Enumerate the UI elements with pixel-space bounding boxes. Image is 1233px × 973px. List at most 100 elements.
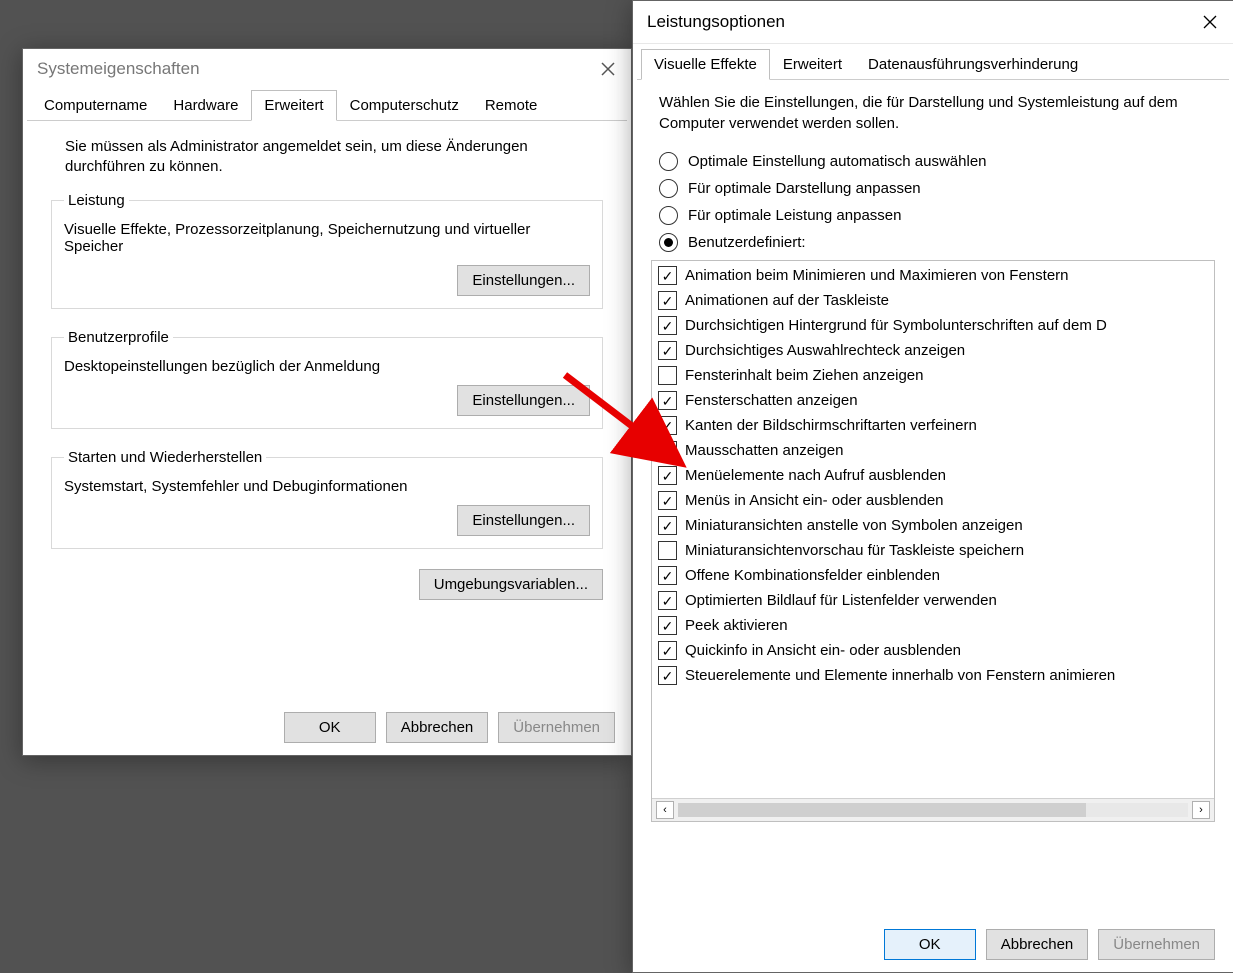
scroll-left-icon[interactable]: ‹	[656, 801, 674, 819]
section-legend: Starten und Wiederherstellen	[64, 449, 266, 466]
bottom-buttons: OK Abbrechen Übernehmen	[284, 712, 615, 743]
checkbox-item[interactable]: Animationen auf der Taskleiste	[652, 288, 1214, 313]
checkbox-icon[interactable]	[658, 291, 677, 310]
scroll-track[interactable]	[678, 803, 1188, 817]
section-leistung: LeistungVisuelle Effekte, Prozessorzeitp…	[51, 192, 603, 309]
checkbox-item[interactable]: Offene Kombinationsfelder einblenden	[652, 563, 1214, 588]
checkbox-icon[interactable]	[658, 441, 677, 460]
checkbox-icon[interactable]	[658, 391, 677, 410]
checkbox-item[interactable]: Optimierten Bildlauf für Listenfelder ve…	[652, 588, 1214, 613]
checkbox-item[interactable]: Durchsichtigen Hintergrund für Symbolunt…	[652, 313, 1214, 338]
checkbox-item[interactable]: Quickinfo in Ansicht ein- oder ausblende…	[652, 638, 1214, 663]
checkbox-icon[interactable]	[658, 591, 677, 610]
settings-button[interactable]: Einstellungen...	[457, 265, 590, 296]
ok-button[interactable]: OK	[884, 929, 976, 960]
radio-option[interactable]: Für optimale Darstellung anpassen	[659, 179, 1207, 198]
checkbox-icon[interactable]	[658, 516, 677, 535]
window-title: Systemeigenschaften	[37, 59, 200, 79]
radio-icon	[659, 233, 678, 252]
cancel-button[interactable]: Abbrechen	[386, 712, 489, 743]
checkbox-label: Quickinfo in Ansicht ein- oder ausblende…	[685, 642, 961, 659]
checkbox-label: Miniaturansichtenvorschau für Taskleiste…	[685, 542, 1024, 559]
checkbox-item[interactable]: Steuerelemente und Elemente innerhalb vo…	[652, 663, 1214, 688]
checkbox-item[interactable]: Animation beim Minimieren und Maximieren…	[652, 263, 1214, 288]
checkbox-label: Steuerelemente und Elemente innerhalb vo…	[685, 667, 1115, 684]
tab-body: Sie müssen als Administrator angemeldet …	[23, 121, 631, 624]
checkbox-icon[interactable]	[658, 266, 677, 285]
checkbox-item[interactable]: Fensterschatten anzeigen	[652, 388, 1214, 413]
checkbox-item[interactable]: Miniaturansichten anstelle von Symbolen …	[652, 513, 1214, 538]
checkbox-label: Optimierten Bildlauf für Listenfelder ve…	[685, 592, 997, 609]
tab-visuelle-effekte[interactable]: Visuelle Effekte	[641, 49, 770, 80]
checkbox-label: Menüs in Ansicht ein- oder ausblenden	[685, 492, 944, 509]
checkbox-label: Mausschatten anzeigen	[685, 442, 843, 459]
checkbox-label: Miniaturansichten anstelle von Symbolen …	[685, 517, 1023, 534]
scroll-right-icon[interactable]: ›	[1192, 801, 1210, 819]
checkbox-label: Durchsichtiges Auswahlrechteck anzeigen	[685, 342, 965, 359]
section-benutzerprofile: Benutzerprofile Desktopeinstellungen bezü…	[51, 329, 603, 429]
bottom-buttons: OK Abbrechen Übernehmen	[884, 929, 1215, 960]
titlebar: Leistungsoptionen	[633, 1, 1233, 44]
tab-datenausführungsverhinderung[interactable]: Datenausführungsverhinderung	[855, 49, 1091, 80]
checkbox-item[interactable]: Durchsichtiges Auswahlrechteck anzeigen	[652, 338, 1214, 363]
checkbox-item[interactable]: Mausschatten anzeigen	[652, 438, 1214, 463]
checkbox-item[interactable]: Menüs in Ansicht ein- oder ausblenden	[652, 488, 1214, 513]
checkbox-icon[interactable]	[658, 491, 677, 510]
radio-icon	[659, 152, 678, 171]
settings-button[interactable]: Einstellungen...	[457, 385, 590, 416]
radio-option[interactable]: Optimale Einstellung automatisch auswähl…	[659, 152, 1207, 171]
radio-option[interactable]: Für optimale Leistung anpassen	[659, 206, 1207, 225]
tab-computername[interactable]: Computername	[31, 90, 160, 121]
checkbox-icon[interactable]	[658, 541, 677, 560]
checkbox-item[interactable]: Kanten der Bildschirmschriftarten verfei…	[652, 413, 1214, 438]
env-vars-button[interactable]: Umgebungsvariablen...	[419, 569, 603, 600]
tabs: Visuelle EffekteErweitertDatenausführung…	[637, 48, 1229, 80]
tab-computerschutz[interactable]: Computerschutz	[337, 90, 472, 121]
scroll-thumb[interactable]	[678, 803, 1086, 817]
system-properties-window: Systemeigenschaften ComputernameHardware…	[22, 48, 632, 756]
radio-icon	[659, 179, 678, 198]
performance-options-window: Leistungsoptionen Visuelle EffekteErweit…	[632, 0, 1233, 973]
window-title: Leistungsoptionen	[647, 12, 785, 32]
checkbox-label: Fensterschatten anzeigen	[685, 392, 858, 409]
settings-button[interactable]: Einstellungen...	[457, 505, 590, 536]
checkbox-icon[interactable]	[658, 416, 677, 435]
checkbox-icon[interactable]	[658, 616, 677, 635]
checkbox-item[interactable]: Menüelemente nach Aufruf ausblenden	[652, 463, 1214, 488]
tabs: ComputernameHardwareErweitertComputersch…	[27, 89, 627, 121]
checkbox-item[interactable]: Fensterinhalt beim Ziehen anzeigen	[652, 363, 1214, 388]
tab-erweitert[interactable]: Erweitert	[770, 49, 855, 80]
checkbox-icon[interactable]	[658, 666, 677, 685]
checkbox-icon[interactable]	[658, 341, 677, 360]
checkbox-label: Animation beim Minimieren und Maximieren…	[685, 267, 1069, 284]
close-icon[interactable]	[1201, 13, 1219, 31]
tab-erweitert[interactable]: Erweitert	[251, 90, 336, 121]
section-desc: Systemstart, Systemfehler und Debuginfor…	[64, 478, 590, 495]
titlebar: Systemeigenschaften	[23, 49, 631, 89]
ok-button[interactable]: OK	[284, 712, 376, 743]
tab-hardware[interactable]: Hardware	[160, 90, 251, 121]
checkbox-icon[interactable]	[658, 366, 677, 385]
radio-option[interactable]: Benutzerdefiniert:	[659, 233, 1207, 252]
tab-remote[interactable]: Remote	[472, 90, 551, 121]
close-icon[interactable]	[599, 60, 617, 78]
checkbox-icon[interactable]	[658, 566, 677, 585]
checkbox-label: Peek aktivieren	[685, 617, 788, 634]
checkbox-label: Offene Kombinationsfelder einblenden	[685, 567, 940, 584]
admin-info: Sie müssen als Administrator angemeldet …	[65, 137, 589, 178]
cancel-button[interactable]: Abbrechen	[986, 929, 1089, 960]
checkbox-icon[interactable]	[658, 466, 677, 485]
checkbox-item[interactable]: Peek aktivieren	[652, 613, 1214, 638]
section-legend: Leistung	[64, 192, 129, 209]
checkbox-icon[interactable]	[658, 641, 677, 660]
apply-button[interactable]: Übernehmen	[1098, 929, 1215, 960]
apply-button[interactable]: Übernehmen	[498, 712, 615, 743]
horizontal-scrollbar[interactable]: ‹ ›	[652, 798, 1214, 821]
checkbox-icon[interactable]	[658, 316, 677, 335]
section-desc: Desktopeinstellungen bezüglich der Anmel…	[64, 358, 590, 375]
checkbox-label: Animationen auf der Taskleiste	[685, 292, 889, 309]
effects-listbox[interactable]: Animation beim Minimieren und Maximieren…	[651, 260, 1215, 822]
checkbox-label: Durchsichtigen Hintergrund für Symbolunt…	[685, 317, 1107, 334]
checkbox-item[interactable]: Miniaturansichtenvorschau für Taskleiste…	[652, 538, 1214, 563]
section-legend: Benutzerprofile	[64, 329, 173, 346]
